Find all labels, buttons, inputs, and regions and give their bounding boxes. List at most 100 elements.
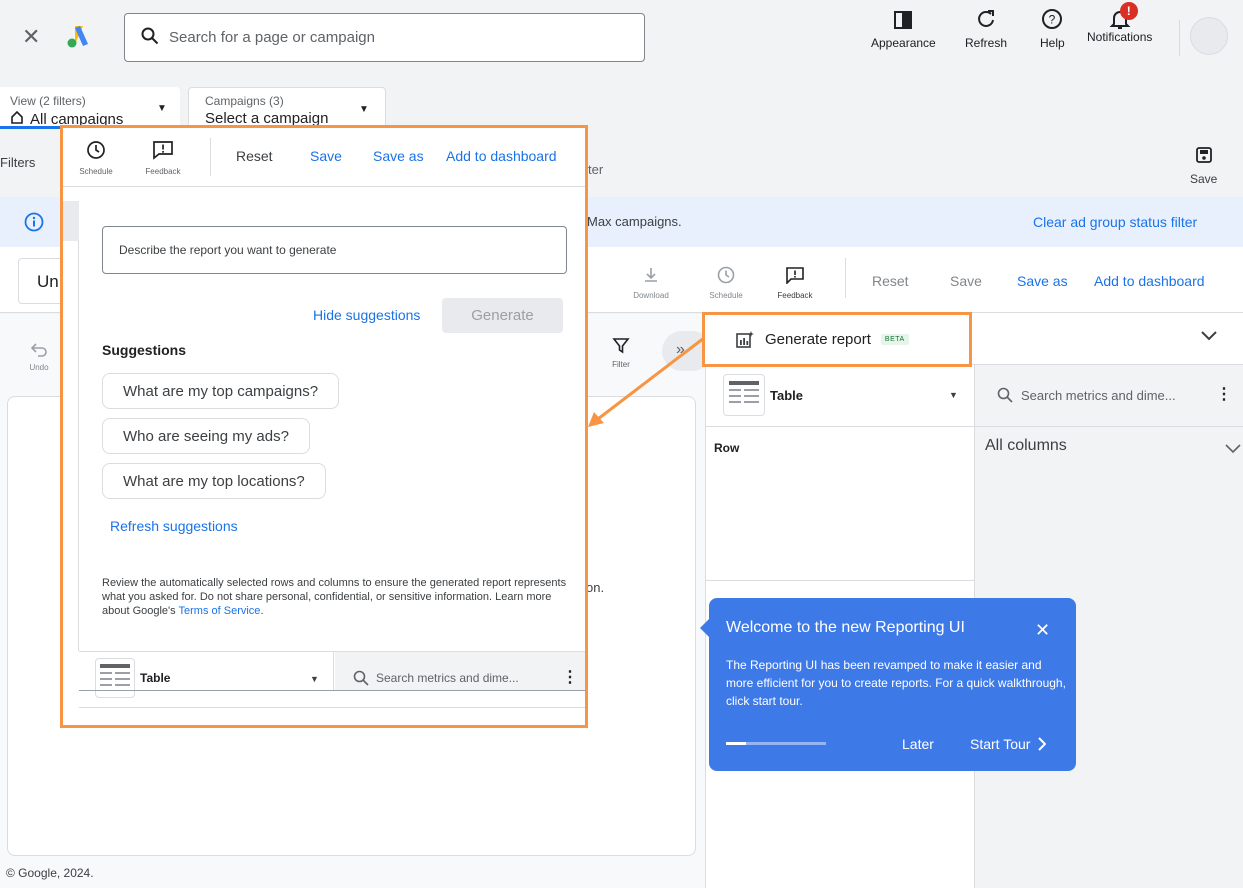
popup-metrics-search[interactable]: Search metrics and dime... ⋮ xyxy=(335,652,585,690)
suggestion-chip[interactable]: Who are seeing my ads? xyxy=(102,418,310,454)
terms-of-service-link[interactable]: Terms of Service xyxy=(179,605,261,617)
popup-visualization-label: Table xyxy=(140,671,171,685)
divider xyxy=(845,258,846,298)
popup-save-as-button[interactable]: Save as xyxy=(373,148,424,164)
report-title-value: Un xyxy=(37,272,59,291)
visualization-selector[interactable]: Table ▼ xyxy=(705,365,975,427)
start-tour-button[interactable]: Start Tour xyxy=(970,736,1047,752)
divider xyxy=(63,186,585,187)
metrics-search-placeholder: Search metrics and dime... xyxy=(1021,388,1176,403)
search-icon xyxy=(141,27,159,49)
callout-side-strip xyxy=(63,201,79,241)
download-label: Download xyxy=(633,291,669,300)
suggestion-chip-label: Who are seeing my ads? xyxy=(123,427,289,445)
describe-report-input[interactable]: Describe the report you want to generate xyxy=(102,226,567,274)
popup-visualization-selector[interactable]: Table ▼ xyxy=(79,652,334,698)
popup-reset-button[interactable]: Reset xyxy=(236,148,273,164)
popup-add-to-dashboard-button[interactable]: Add to dashboard xyxy=(446,148,557,164)
popup-schedule-button[interactable]: Schedule xyxy=(74,140,118,176)
filter-partial-text: ter xyxy=(588,162,604,177)
refresh-icon xyxy=(978,10,995,27)
appearance-icon xyxy=(894,11,913,29)
hide-suggestions-link[interactable]: Hide suggestions xyxy=(313,307,420,323)
divider xyxy=(79,707,585,708)
close-icon[interactable]: ✕ xyxy=(1035,620,1050,641)
beta-badge: BETA xyxy=(880,334,909,345)
chevron-down-icon: ▼ xyxy=(359,104,369,115)
feedback-icon xyxy=(153,141,173,160)
metrics-search[interactable]: Search metrics and dime... ⋮ xyxy=(975,365,1243,427)
filters-label[interactable]: Filters xyxy=(0,155,35,170)
view-selector-label: View (2 filters) xyxy=(10,94,86,108)
all-columns-heading[interactable]: All columns xyxy=(985,437,1067,455)
appearance-button[interactable]: Appearance xyxy=(871,8,936,50)
table-icon xyxy=(95,658,135,698)
tour-progress-track xyxy=(726,742,826,745)
add-to-dashboard-button[interactable]: Add to dashboard xyxy=(1094,273,1205,289)
campaign-selector-label: Campaigns (3) xyxy=(205,94,284,108)
save-as-button[interactable]: Save as xyxy=(1017,273,1068,289)
save-view-label: Save xyxy=(1190,172,1218,186)
feedback-label: Feedback xyxy=(777,291,813,300)
undo-label: Undo xyxy=(29,363,49,372)
feedback-button[interactable]: Feedback xyxy=(773,266,817,300)
welcome-tour-popover: Welcome to the new Reporting UI ✕ The Re… xyxy=(709,598,1076,771)
clear-filter-link[interactable]: Clear ad group status filter xyxy=(1033,214,1197,230)
campaign-selector-value: Select a campaign xyxy=(205,110,329,127)
callout-side-strip xyxy=(63,241,79,651)
view-selector[interactable]: View (2 filters) All campaigns ▼ xyxy=(0,87,180,129)
suggestion-chip[interactable]: What are my top campaigns? xyxy=(102,373,340,409)
refresh-suggestions-link[interactable]: Refresh suggestions xyxy=(110,518,238,534)
schedule-button[interactable]: Schedule xyxy=(704,266,748,300)
tour-progress-fill xyxy=(726,742,746,745)
row-label: Row xyxy=(714,441,740,455)
popup-feedback-label: Feedback xyxy=(145,167,181,176)
bell-icon: ! xyxy=(1109,2,1138,30)
popup-feedback-button[interactable]: Feedback xyxy=(141,140,185,176)
notifications-button[interactable]: ! Notifications xyxy=(1087,2,1152,44)
generate-button[interactable]: Generate xyxy=(442,298,563,333)
help-button[interactable]: ? Help xyxy=(1040,8,1065,50)
chevron-down-icon[interactable] xyxy=(1200,329,1218,347)
search-icon xyxy=(353,670,369,691)
close-icon[interactable]: ✕ xyxy=(22,26,40,48)
popup-save-button[interactable]: Save xyxy=(310,148,342,164)
view-selector-value: All campaigns xyxy=(30,110,124,128)
undo-icon xyxy=(30,343,47,357)
more-options-icon[interactable]: ⋮ xyxy=(1216,384,1232,404)
top-bar: ✕ Search for a page or campaign Appearan… xyxy=(0,0,1243,78)
download-icon xyxy=(645,268,657,282)
home-icon xyxy=(10,110,24,128)
chevron-down-icon[interactable] xyxy=(1225,441,1241,459)
banner-text: Max campaigns. xyxy=(587,214,682,229)
refresh-button[interactable]: Refresh xyxy=(965,8,1007,50)
generate-button-label: Generate xyxy=(471,307,534,324)
feedback-icon xyxy=(786,267,804,284)
generate-report-label: Generate report xyxy=(765,331,871,348)
undo-button[interactable]: Undo xyxy=(24,341,54,372)
save-button[interactable]: Save xyxy=(950,273,982,289)
tour-later-button[interactable]: Later xyxy=(902,736,934,752)
divider xyxy=(210,138,211,176)
save-icon xyxy=(1195,147,1212,163)
suggestions-heading: Suggestions xyxy=(102,342,187,358)
popup-metrics-search-placeholder: Search metrics and dime... xyxy=(376,671,519,685)
row-dropzone[interactable]: Row xyxy=(705,427,975,581)
save-view-button[interactable]: Save xyxy=(1190,146,1217,186)
chevron-down-icon: ▼ xyxy=(310,674,319,684)
suggestion-chip-label: What are my top campaigns? xyxy=(123,382,319,400)
google-ads-logo xyxy=(66,24,92,53)
table-icon xyxy=(723,374,765,416)
chevron-down-icon: ▼ xyxy=(949,390,958,400)
download-button[interactable]: Download xyxy=(629,266,673,300)
campaign-selector[interactable]: Campaigns (3) Select a campaign ▼ xyxy=(188,87,386,129)
search-icon xyxy=(997,387,1013,408)
generate-report-button[interactable]: Generate report BETA xyxy=(702,312,972,367)
search-placeholder: Search for a page or campaign xyxy=(169,29,375,46)
avatar[interactable] xyxy=(1190,17,1228,55)
more-options-icon[interactable]: ⋮ xyxy=(562,667,578,687)
start-tour-label: Start Tour xyxy=(970,736,1031,752)
suggestion-chip[interactable]: What are my top locations? xyxy=(102,463,326,499)
search-input[interactable]: Search for a page or campaign xyxy=(124,13,645,62)
reset-button[interactable]: Reset xyxy=(872,273,909,289)
